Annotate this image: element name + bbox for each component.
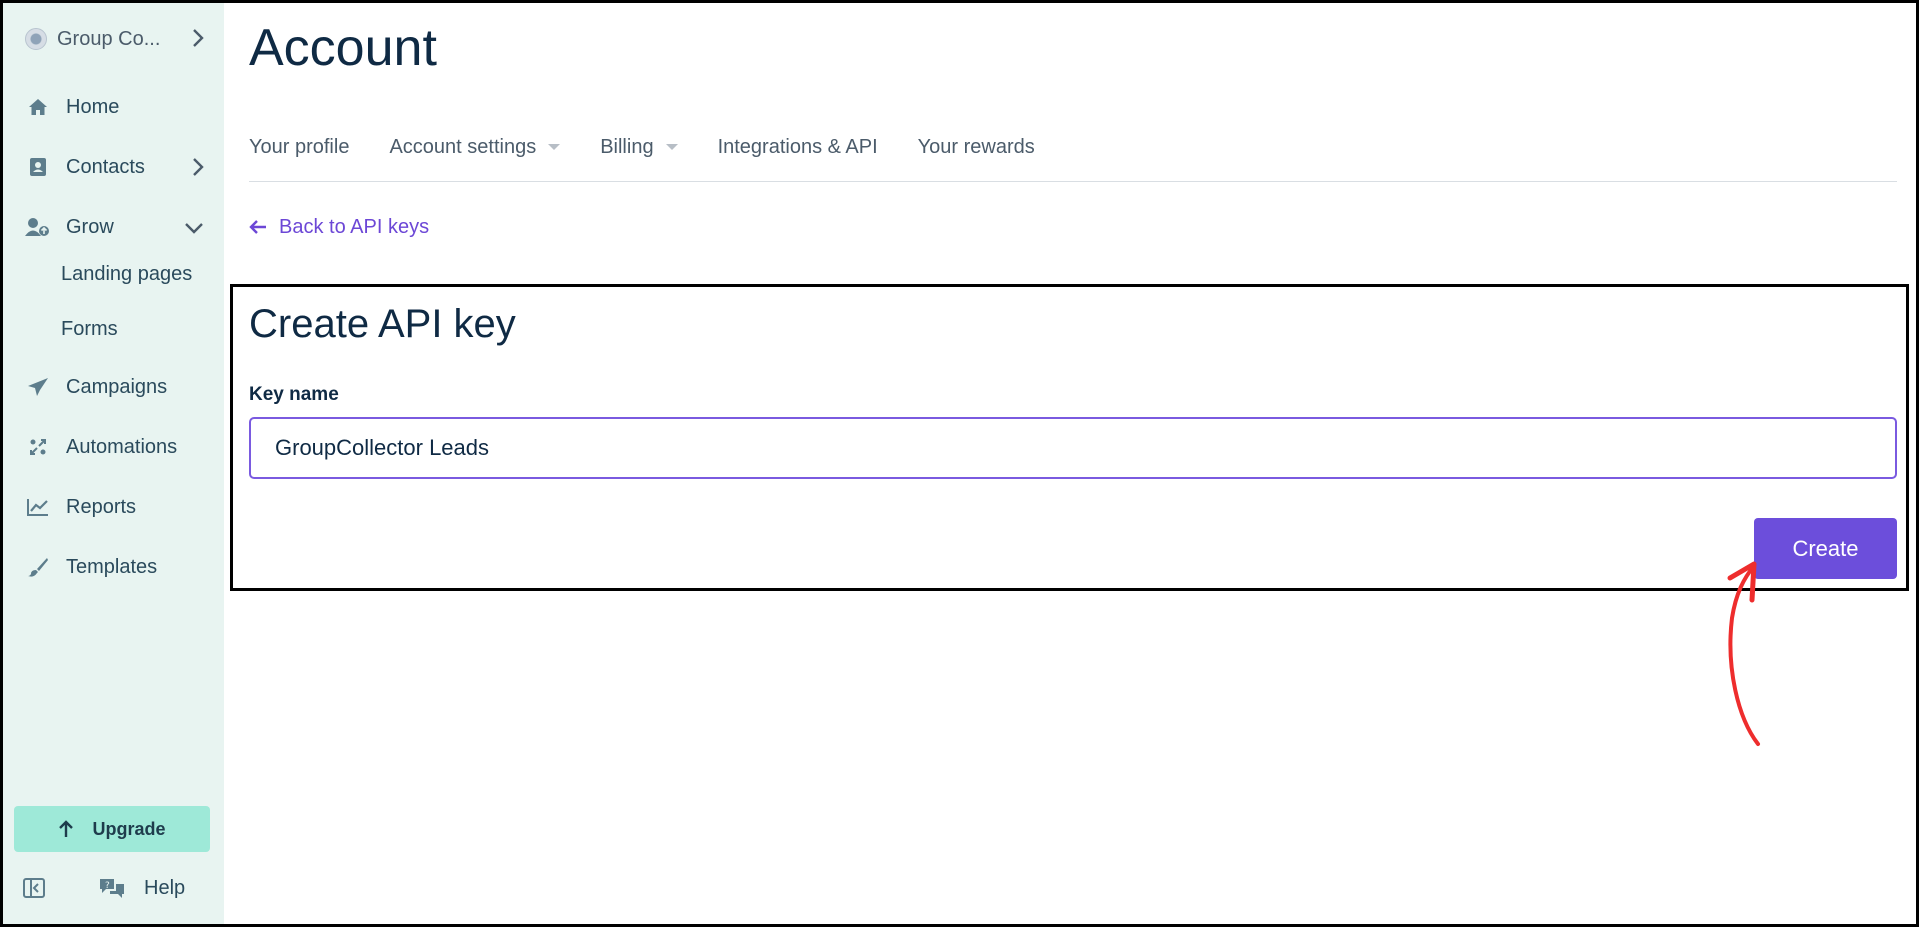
caret-down-icon bbox=[548, 144, 561, 150]
grow-icon bbox=[25, 216, 51, 238]
sidebar-item-label: Contacts bbox=[66, 155, 145, 178]
brush-icon bbox=[25, 556, 51, 578]
org-switcher[interactable]: Group Co... bbox=[25, 25, 205, 53]
help-button[interactable]: ? Help bbox=[98, 873, 185, 903]
sidebar-item-home[interactable]: Home bbox=[25, 89, 205, 125]
tab-label: Account settings bbox=[389, 135, 537, 158]
sidebar-item-campaigns[interactable]: Campaigns bbox=[25, 369, 205, 405]
org-name: Group Co... bbox=[57, 27, 161, 50]
chat-bubbles-icon: ? bbox=[100, 879, 124, 898]
annotation-arrow-icon bbox=[1727, 561, 1760, 746]
tab-integrations-api[interactable]: Integrations & API bbox=[718, 132, 878, 162]
account-tabs: Your profile Account settings Billing In… bbox=[249, 132, 1075, 162]
automations-icon bbox=[25, 436, 51, 458]
sidebar-subitem-landing-pages[interactable]: Landing pages bbox=[61, 259, 192, 289]
tab-label: Billing bbox=[600, 135, 654, 158]
key-name-input[interactable] bbox=[249, 417, 1897, 479]
sidebar-item-label: Templates bbox=[66, 555, 158, 578]
contacts-icon bbox=[25, 156, 51, 178]
sidebar-subitem-forms[interactable]: Forms bbox=[61, 314, 118, 344]
sidebar-item-label: Automations bbox=[66, 435, 178, 458]
collapse-sidebar-icon bbox=[23, 878, 45, 898]
sidebar: Group Co... Home Contacts Grow Landing p… bbox=[3, 3, 224, 924]
sidebar-item-label: Home bbox=[66, 95, 120, 118]
back-link-label: Back to API keys bbox=[279, 215, 430, 238]
tab-billing[interactable]: Billing bbox=[600, 132, 678, 162]
sidebar-item-templates[interactable]: Templates bbox=[25, 549, 205, 585]
sidebar-item-label: Campaigns bbox=[66, 375, 168, 398]
sidebar-item-automations[interactable]: Automations bbox=[25, 429, 205, 465]
caret-down-icon bbox=[665, 144, 678, 150]
back-to-api-keys-link[interactable]: Back to API keys bbox=[249, 212, 429, 242]
arrow-left-icon bbox=[249, 220, 266, 234]
sidebar-item-contacts[interactable]: Contacts bbox=[25, 149, 205, 185]
upgrade-label: Upgrade bbox=[92, 818, 166, 839]
key-name-label: Key name bbox=[249, 384, 339, 405]
tab-your-profile[interactable]: Your profile bbox=[249, 132, 349, 162]
tab-your-rewards[interactable]: Your rewards bbox=[918, 132, 1035, 162]
chart-icon bbox=[25, 496, 51, 518]
tab-account-settings[interactable]: Account settings bbox=[389, 132, 561, 162]
home-icon bbox=[25, 96, 51, 118]
tab-label: Integrations & API bbox=[717, 135, 878, 158]
svg-text:?: ? bbox=[105, 881, 110, 891]
chevron-down-icon bbox=[185, 223, 203, 234]
help-label: Help bbox=[144, 876, 186, 899]
chevron-right-icon bbox=[193, 29, 204, 47]
collapse-sidebar-button[interactable] bbox=[23, 873, 45, 903]
sidebar-item-label: Grow bbox=[66, 215, 114, 238]
chevron-right-icon bbox=[193, 158, 204, 176]
paper-plane-icon bbox=[25, 376, 51, 398]
card-title: Create API key bbox=[249, 302, 516, 346]
tab-label: Your profile bbox=[249, 135, 350, 158]
sidebar-item-reports[interactable]: Reports bbox=[25, 489, 205, 525]
page-title: Account bbox=[249, 19, 437, 77]
arrow-up-icon bbox=[59, 820, 74, 837]
tab-label: Your rewards bbox=[917, 135, 1035, 158]
sidebar-item-grow[interactable]: Grow bbox=[25, 209, 205, 245]
org-avatar bbox=[25, 28, 47, 50]
tabs-divider bbox=[249, 181, 1897, 182]
upgrade-button[interactable]: Upgrade bbox=[14, 806, 210, 852]
sidebar-item-label: Reports bbox=[66, 495, 137, 518]
